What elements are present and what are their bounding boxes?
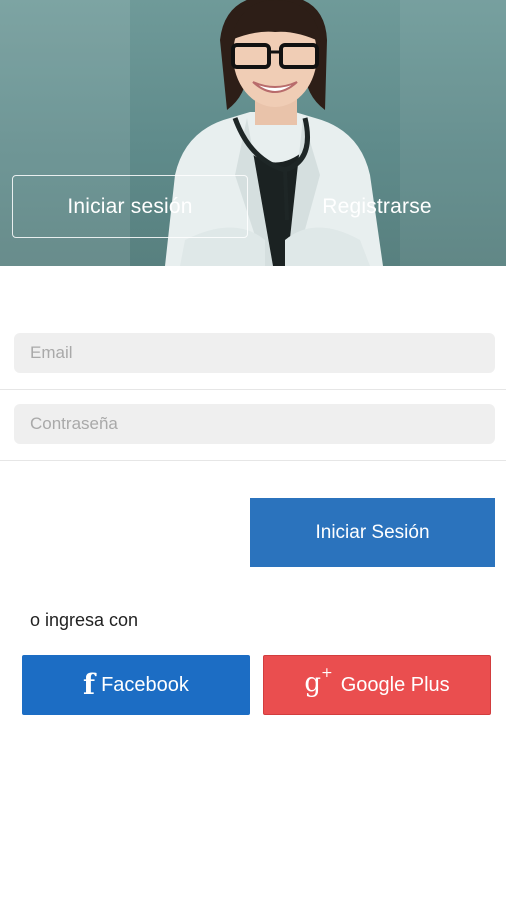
tab-login-label: Iniciar sesión — [67, 194, 193, 218]
email-field-row — [0, 332, 506, 390]
hero-banner: Iniciar sesión Registrarse — [0, 0, 506, 266]
social-login-intro: o ingresa con — [30, 610, 139, 630]
tab-register[interactable]: Registrarse — [262, 175, 492, 238]
login-button[interactable]: Iniciar Sesión — [250, 498, 495, 567]
login-button-label: Iniciar Sesión — [315, 521, 430, 543]
facebook-button[interactable]: f Facebook — [22, 655, 250, 715]
google-plus-button[interactable]: g+ Google Plus — [263, 655, 491, 715]
google-plus-icon: g+ — [304, 665, 333, 698]
facebook-f-icon: f — [83, 668, 96, 701]
tab-login[interactable]: Iniciar sesión — [12, 175, 248, 238]
facebook-button-label: Facebook — [101, 673, 189, 696]
password-field[interactable] — [14, 404, 495, 444]
tab-register-label: Registrarse — [322, 194, 432, 218]
password-field-row — [0, 404, 506, 461]
email-field[interactable] — [14, 333, 495, 373]
google-plus-button-label: Google Plus — [340, 673, 450, 696]
